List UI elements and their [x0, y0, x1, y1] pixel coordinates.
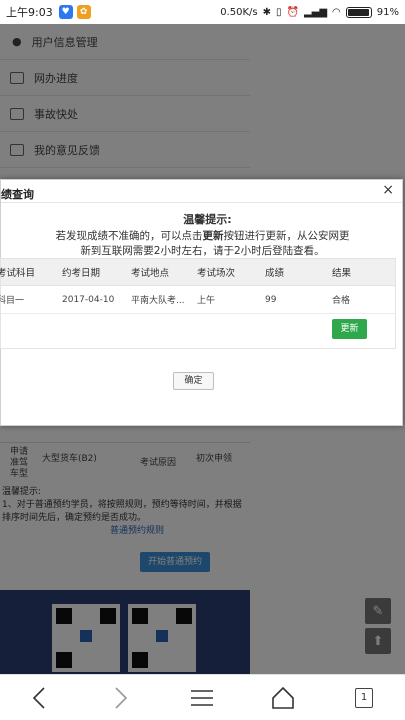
column-header: 考试场次 [197, 268, 236, 279]
table-cell: 2017-04-10 [62, 294, 115, 305]
table-header: 考试科目 约考日期 考试地点 考试场次 成绩 结果 [0, 259, 395, 286]
back-icon[interactable] [24, 683, 54, 713]
tip-title: 温馨提示: [183, 213, 232, 226]
net-speed: 0.50K/s [220, 6, 258, 18]
table-cell: 99 [265, 294, 277, 305]
battery-icon [345, 6, 372, 18]
tabs-icon[interactable]: 1 [349, 683, 379, 713]
column-header: 考试科目 [0, 268, 36, 279]
close-icon[interactable]: × [382, 182, 394, 198]
score-query-modal: 绩查询 × 温馨提示: 若发现成绩不准确的，可以点击更新按钮进行更新，从公安网更… [0, 179, 403, 426]
tip-line-2: 新到互联网需要2小时左右，请于2小时后登陆查看。 [80, 245, 325, 257]
tab-count: 1 [355, 688, 373, 708]
app-notification-icon: ✿ [76, 5, 91, 19]
status-right: 0.50K/s ✱ ▯ ⏰ ▂▄▆ ◠ 91% [220, 6, 399, 18]
modal-title: 绩查询 [1, 188, 34, 201]
browser-nav-bar: 1 [0, 674, 405, 720]
battery-percent: 91% [376, 6, 399, 18]
divider [1, 202, 402, 203]
bluetooth-icon: ✱ [262, 6, 271, 18]
home-icon[interactable] [268, 683, 298, 713]
vibrate-icon: ▯ [275, 6, 282, 18]
wifi-icon: ◠ [332, 6, 341, 18]
table-cell: 上午 [197, 296, 216, 306]
column-header: 成绩 [265, 268, 285, 279]
app-notification-icon: ♥ [58, 5, 73, 19]
tip-line-1: 若发现成绩不准确的，可以点击更新按钮进行更新，从公安网更 [55, 230, 350, 242]
status-bar: 上午9:03 ♥ ✿ 0.50K/s ✱ ▯ ⏰ ▂▄▆ ◠ 91% [0, 0, 405, 24]
signal-icon: ▂▄▆ [303, 6, 328, 18]
table-cell: 科目一 [0, 296, 25, 306]
table-row: 科目一 2017-04-10 平南大队考... 上午 99 合格 [0, 286, 395, 314]
table-cell: 合格 [332, 296, 351, 306]
confirm-button[interactable]: 确定 [173, 372, 214, 390]
result-table: 考试科目 约考日期 考试地点 考试场次 成绩 结果 科目一 2017-04-10… [0, 258, 396, 349]
update-button[interactable]: 更新 [332, 319, 367, 339]
alarm-icon: ⏰ [286, 6, 299, 18]
column-header: 约考日期 [62, 268, 101, 279]
column-header: 考试地点 [131, 268, 170, 279]
table-actions: 更新 [1, 314, 395, 348]
forward-icon[interactable] [106, 683, 136, 713]
status-time: 上午9:03 [6, 6, 53, 19]
column-header: 结果 [332, 268, 352, 279]
menu-icon[interactable] [187, 683, 217, 713]
table-cell: 平南大队考... [131, 296, 185, 306]
